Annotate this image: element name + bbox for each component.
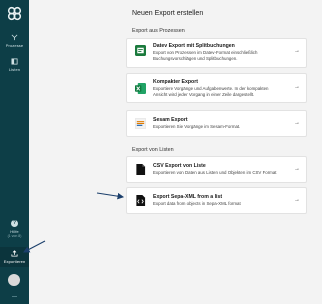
arrow-right-icon: → bbox=[294, 48, 300, 54]
list-icon bbox=[11, 58, 18, 65]
card-title: Export Sepa-XML from a list bbox=[153, 194, 223, 200]
card-csv-export[interactable]: CSV Export von Liste Exportieren von Dat… bbox=[126, 156, 307, 183]
arrow-right-icon: → bbox=[294, 120, 300, 126]
page-title: Neuen Export erstellen bbox=[132, 10, 204, 17]
sidebar-item-listen[interactable]: Listen bbox=[0, 58, 29, 72]
card-description: Exportiere Vorgänge und Aufgabenwerte. I… bbox=[153, 86, 269, 97]
arrow-right-icon: → bbox=[294, 84, 300, 90]
sidebar-item-label: Listen bbox=[8, 67, 21, 72]
card-kompakter-export[interactable]: Kompakter Export Exportiere Vorgänge und… bbox=[126, 73, 307, 103]
excel-icon bbox=[135, 83, 146, 94]
card-sepa-xml-export[interactable]: Export Sepa-XML from a list Export data … bbox=[126, 187, 307, 214]
section-title-listen: Export von Listen bbox=[132, 147, 174, 153]
branch-icon bbox=[11, 34, 18, 41]
card-sesam-export[interactable]: Sesam Export Exportieren Sie Vorgänge im… bbox=[126, 110, 307, 137]
card-description: Exportieren von Daten aus Listen und Obj… bbox=[153, 170, 277, 175]
upload-icon bbox=[11, 250, 18, 257]
card-description: Exportieren Sie Vorgänge im Sesam-Format… bbox=[153, 124, 241, 129]
datev-icon bbox=[135, 45, 146, 56]
main-content: Neuen Export erstellen Export aus Prozes… bbox=[29, 0, 322, 304]
sidebar-item-label: Prozesse bbox=[5, 43, 24, 48]
sidebar-divider bbox=[12, 296, 17, 297]
app-logo-icon[interactable] bbox=[7, 6, 22, 21]
card-title: Datev Export mit Splitbuchungen bbox=[153, 43, 235, 49]
help-icon: ? bbox=[11, 220, 18, 227]
avatar[interactable] bbox=[8, 274, 20, 286]
sidebar-item-hilfe[interactable]: ? Hilfe (1 von 8) bbox=[0, 220, 29, 238]
section-title-prozesse: Export aus Prozessen bbox=[132, 28, 185, 34]
arrow-right-icon: → bbox=[294, 166, 300, 172]
card-description: Export von Prozessen im Datev-Format ein… bbox=[153, 50, 258, 61]
card-title: CSV Export von Liste bbox=[153, 163, 206, 169]
card-description: Export data from objects in Sepa-XML for… bbox=[153, 201, 241, 206]
csv-file-icon bbox=[136, 164, 146, 175]
card-title: Kompakter Export bbox=[153, 79, 198, 85]
card-datev-export[interactable]: Datev Export mit Splitbuchungen Export v… bbox=[126, 38, 307, 68]
sidebar: Prozesse Listen ? Hilfe (1 von 8) Export… bbox=[0, 0, 29, 304]
code-icon bbox=[136, 195, 146, 206]
sidebar-item-label: Exportieren bbox=[3, 259, 26, 264]
sesam-icon bbox=[135, 118, 146, 129]
help-counter: (1 von 8) bbox=[7, 234, 22, 238]
sidebar-item-exportieren[interactable]: Exportieren bbox=[0, 247, 29, 267]
arrow-right-icon: → bbox=[294, 197, 300, 203]
sidebar-item-prozesse[interactable]: Prozesse bbox=[0, 34, 29, 48]
card-title: Sesam Export bbox=[153, 117, 188, 123]
